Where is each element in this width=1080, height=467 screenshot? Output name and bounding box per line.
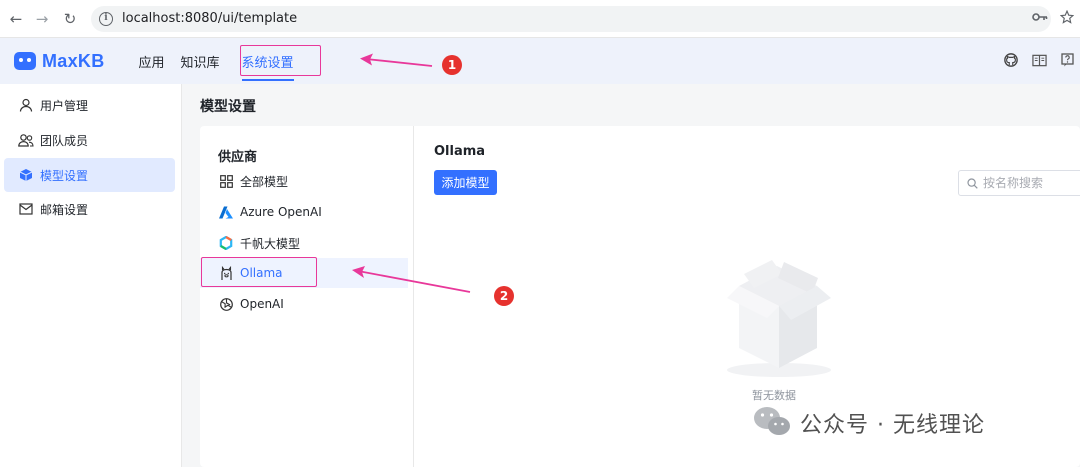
sidebar-item-label: 团队成员 <box>40 133 89 148</box>
sidebar-item-user-management[interactable]: 用户管理 <box>4 88 175 122</box>
sidebar-item-email-settings[interactable]: 邮箱设置 <box>4 192 175 226</box>
empty-box-illustration <box>714 244 844 388</box>
annotation-badge-2: 2 <box>494 286 514 306</box>
provider-label: 千帆大模型 <box>240 236 301 251</box>
back-arrow-icon[interactable]: ← <box>5 8 27 30</box>
search-input[interactable] <box>983 176 1080 190</box>
sidebar-item-model-settings[interactable]: 模型设置 <box>4 158 175 192</box>
github-icon[interactable] <box>1004 52 1018 71</box>
info-icon[interactable]: i <box>99 11 113 26</box>
sidebar-item-label: 邮箱设置 <box>40 202 89 217</box>
provider-item-openai[interactable]: OpenAI <box>200 289 408 319</box>
logo-text: MaxKB <box>42 50 105 71</box>
provider-label: OpenAI <box>240 297 284 311</box>
provider-label: 全部模型 <box>240 174 289 189</box>
provider-list: 供应商 全部模型 Azure OpenAI 千帆大模型 Ollama OpenA… <box>200 126 414 467</box>
watermark: 公众号 · 无线理论 <box>752 404 985 442</box>
empty-text: 暂无数据 <box>752 389 796 402</box>
nav-item-knowledge[interactable]: 知识库 <box>181 38 220 84</box>
reload-icon[interactable]: ↻ <box>59 8 81 30</box>
highlight-box-ollama <box>201 257 317 287</box>
app-header: MaxKB 应用 知识库 系统设置 <box>0 38 1080 84</box>
annotation-badge-1: 1 <box>442 55 462 75</box>
cube-icon <box>18 168 34 182</box>
provider-item-all-models[interactable]: 全部模型 <box>200 166 408 196</box>
add-model-button[interactable]: 添加模型 <box>434 170 497 195</box>
key-icon[interactable] <box>1032 11 1048 23</box>
user-icon <box>18 98 34 112</box>
logo-icon <box>14 52 36 70</box>
search-icon <box>967 174 978 193</box>
book-icon[interactable] <box>1032 52 1047 71</box>
sidebar-item-label: 用户管理 <box>40 98 89 113</box>
nav-item-apps[interactable]: 应用 <box>139 38 165 84</box>
provider-label: Azure OpenAI <box>240 205 322 219</box>
mail-icon <box>18 203 34 215</box>
sidebar-item-label: 模型设置 <box>40 168 89 183</box>
provider-title: Ollama <box>434 144 486 159</box>
browser-toolbar: ← → ↻ i localhost:8080/ui/template <box>0 0 1080 38</box>
forward-arrow-icon[interactable]: → <box>31 8 53 30</box>
provider-item-qianfan[interactable]: 千帆大模型 <box>200 228 408 258</box>
team-icon <box>18 133 34 147</box>
address-bar[interactable]: i localhost:8080/ui/template <box>91 5 1051 32</box>
grid-icon <box>218 173 234 189</box>
help-icon[interactable] <box>1061 52 1074 71</box>
search-box[interactable] <box>958 170 1080 196</box>
wechat-icon <box>752 404 792 442</box>
sidebar-item-team-members[interactable]: 团队成员 <box>4 123 175 157</box>
provider-item-azure-openai[interactable]: Azure OpenAI <box>200 197 408 227</box>
sidebar: 用户管理 团队成员 模型设置 邮箱设置 <box>0 84 182 467</box>
url-text[interactable]: localhost:8080/ui/template <box>122 11 297 26</box>
qianfan-icon <box>218 235 234 251</box>
azure-icon <box>218 204 234 220</box>
page-title: 模型设置 <box>200 99 256 115</box>
app-logo[interactable]: MaxKB <box>14 51 105 72</box>
provider-heading: 供应商 <box>218 150 258 165</box>
openai-icon <box>218 296 234 312</box>
watermark-text: 公众号 · 无线理论 <box>800 413 985 438</box>
star-icon[interactable] <box>1060 10 1074 24</box>
highlight-box-system-settings <box>240 45 321 76</box>
